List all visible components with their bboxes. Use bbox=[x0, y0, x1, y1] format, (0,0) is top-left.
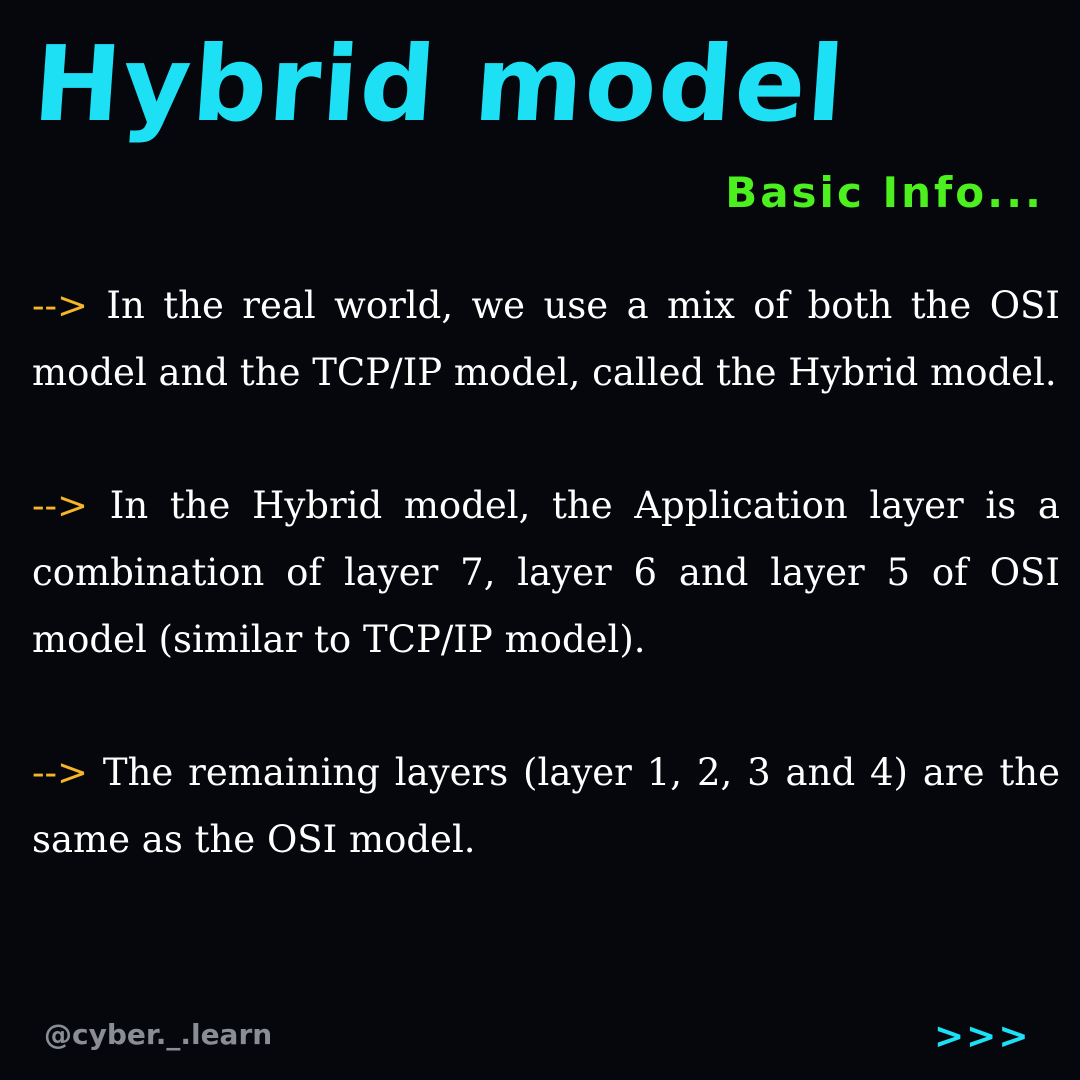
paragraph-text: The remaining layers (layer 1, 2, 3 and … bbox=[32, 751, 1060, 861]
arrow-marker: --> bbox=[32, 484, 89, 527]
content-body: --> In the real world, we use a mix of b… bbox=[32, 272, 1060, 939]
author-handle: @cyber._.learn bbox=[44, 1018, 273, 1051]
page-subtitle: Basic Info... bbox=[725, 168, 1044, 217]
page-title: Hybrid model bbox=[29, 23, 850, 145]
arrow-marker: --> bbox=[32, 284, 89, 327]
paragraph-text: In the Hybrid model, the Application lay… bbox=[32, 484, 1060, 661]
paragraph-3: --> The remaining layers (layer 1, 2, 3 … bbox=[32, 739, 1060, 873]
paragraph-2: --> In the Hybrid model, the Application… bbox=[32, 472, 1060, 673]
arrow-marker: --> bbox=[32, 751, 89, 794]
paragraph-text: In the real world, we use a mix of both … bbox=[32, 284, 1060, 394]
next-slide-indicator[interactable]: >>> bbox=[934, 1015, 1031, 1059]
slide: Hybrid model Basic Info... --> In the re… bbox=[0, 0, 1080, 1080]
paragraph-1: --> In the real world, we use a mix of b… bbox=[32, 272, 1060, 406]
